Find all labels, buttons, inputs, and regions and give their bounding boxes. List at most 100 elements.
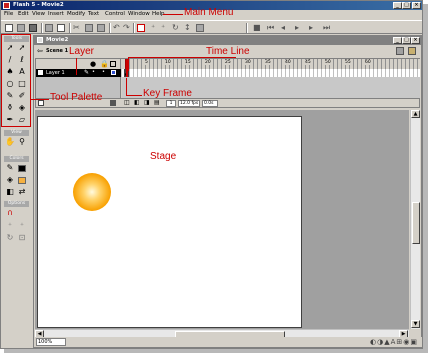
redo-icon[interactable]: ↷ (123, 23, 130, 33)
minimize-button[interactable]: _ (393, 2, 402, 9)
annotation-layer: Layer (69, 46, 95, 57)
stroke-color-icon[interactable]: ✎ (5, 163, 15, 173)
undo-icon[interactable]: ↶ (113, 23, 120, 33)
smooth-option-icon[interactable]: ⁺ (5, 221, 15, 231)
print-icon[interactable] (45, 24, 53, 32)
menu-view[interactable]: View (32, 11, 45, 17)
doc-minimize-button[interactable]: _ (393, 37, 402, 44)
toolbar-separator (246, 23, 247, 33)
default-colors-icon[interactable]: ◧ (5, 187, 15, 197)
options-header: Options (4, 201, 29, 207)
layer-type-icon (38, 70, 43, 75)
ruler-number: 45 (304, 60, 312, 65)
layer-header: ● 🔒 (36, 59, 121, 69)
vertical-scroll-thumb[interactable] (412, 202, 420, 244)
annotation-tool-palette: Tool Palette (50, 92, 103, 103)
annotation-main-menu: Main Menu (184, 7, 234, 18)
radial-gradient-circle[interactable] (73, 173, 111, 211)
key-frame-pointer (126, 78, 127, 95)
vertical-scrollbar[interactable]: ▲ ▼ (410, 110, 420, 329)
step-back-icon[interactable]: ◂ (281, 23, 285, 33)
center-frame-icon[interactable]: ◫ (124, 100, 130, 106)
ruler-number: 35 (264, 60, 272, 65)
layer-1-frames[interactable] (122, 69, 420, 77)
edit-scene-icon[interactable] (396, 47, 404, 55)
rotate-option-icon[interactable]: ↻ (5, 233, 15, 243)
stop-icon[interactable]: ■ (253, 23, 261, 33)
close-button[interactable]: × (412, 2, 421, 9)
onion-outline-icon[interactable]: ◨ (144, 100, 150, 106)
copy-icon[interactable] (85, 24, 93, 32)
fill-color-swatch[interactable] (18, 177, 26, 184)
layer-lock-dot[interactable]: • (102, 69, 105, 75)
doc-maximize-button[interactable]: □ (402, 37, 411, 44)
scale-option-icon[interactable]: ⊡ (17, 233, 27, 243)
fill-color-icon[interactable]: ◈ (5, 175, 15, 185)
zoom-level-field[interactable]: 100% (36, 338, 66, 346)
add-layer-icon[interactable] (38, 100, 44, 106)
ruler-number: 50 (324, 60, 332, 65)
straighten-icon[interactable]: ⁺ (161, 23, 165, 33)
swap-colors-icon[interactable]: ⇄ (17, 187, 27, 197)
stroke-color-swatch[interactable] (18, 165, 26, 172)
scroll-down-arrow-icon[interactable]: ▼ (411, 320, 420, 328)
play-icon[interactable]: ▸ (295, 23, 299, 33)
print-preview-icon[interactable] (57, 24, 65, 32)
menu-window[interactable]: Window (128, 11, 150, 17)
document-title: Movie2 (46, 37, 69, 43)
save-icon[interactable] (29, 24, 37, 32)
smooth-icon[interactable]: ⁺ (151, 23, 155, 33)
layer-outline-color[interactable] (111, 70, 116, 75)
tool-palette-highlight (1, 34, 31, 127)
step-forward-icon[interactable]: ▸ (309, 23, 313, 33)
go-to-end-icon[interactable]: ⏭ (323, 23, 330, 33)
align-icon[interactable] (196, 24, 204, 32)
doc-close-button[interactable]: × (411, 37, 420, 44)
scroll-up-arrow-icon[interactable]: ▲ (411, 110, 420, 118)
frame-ruler: 5 10 15 20 25 30 35 40 45 50 55 60 (122, 59, 420, 69)
snap-magnet-icon[interactable]: ∩ (5, 208, 15, 218)
cut-icon[interactable]: ✂ (73, 23, 80, 33)
layer-visible-dot[interactable]: • (92, 69, 95, 75)
view-header: View (4, 130, 29, 136)
layer-row-layer-1[interactable]: Layer 1 ✎ • • (36, 69, 121, 77)
zoom-tool-icon[interactable]: ⚲ (17, 137, 27, 147)
rotate-icon[interactable]: ↻ (172, 23, 179, 33)
straighten-option-icon[interactable]: ⁺ (17, 221, 27, 231)
edit-multiple-frames-icon[interactable]: ▤ (154, 100, 160, 106)
delete-layer-icon[interactable] (110, 100, 116, 106)
maximize-button[interactable]: □ (402, 2, 411, 9)
menu-control[interactable]: Control (105, 11, 125, 17)
onion-skin-icon[interactable]: ◧ (134, 100, 140, 106)
snap-to-objects-icon[interactable] (137, 24, 145, 32)
new-file-icon[interactable] (5, 24, 13, 32)
drop-shadow-right (423, 4, 428, 352)
toolbar-separator (69, 23, 70, 33)
menu-modify[interactable]: Modify (67, 11, 85, 17)
hand-tool-icon[interactable]: ✋ (5, 137, 15, 147)
movie-document-window: Movie2 _ □ × ⇦ Scene 1 ● 🔒 5 10 15 20 25 (33, 35, 422, 348)
lock-icon[interactable]: 🔒 (100, 60, 109, 68)
edit-symbol-icon[interactable] (408, 47, 416, 55)
menu-file[interactable]: File (4, 11, 13, 17)
flash-app-icon (3, 2, 10, 9)
rewind-icon[interactable]: ⏮ (267, 23, 274, 33)
layer-name[interactable]: Layer 1 (46, 70, 65, 76)
annotation-stage: Stage (150, 151, 177, 162)
back-arrow-icon[interactable]: ⇦ (37, 48, 43, 55)
menu-text[interactable]: Text (88, 11, 99, 17)
main-toolbar: ✂ ↶ ↷ ⁺ ⁺ ↻ ↕ ■ ⏮ ◂ ▸ ▸ ⏭ (1, 20, 422, 34)
show-hide-eye-icon[interactable]: ● (90, 60, 96, 68)
menu-edit[interactable]: Edit (18, 11, 29, 17)
drop-shadow-bottom (4, 349, 428, 353)
open-file-icon[interactable] (17, 24, 25, 32)
menu-insert[interactable]: Insert (48, 11, 64, 17)
scale-icon[interactable]: ↕ (184, 23, 191, 33)
paste-icon[interactable] (97, 24, 105, 32)
ruler-number: 20 (204, 60, 212, 65)
outline-icon[interactable] (110, 61, 116, 67)
stage[interactable] (37, 116, 302, 328)
ruler-number: 60 (364, 60, 372, 65)
scene-name[interactable]: Scene 1 (46, 48, 68, 54)
launcher-icons[interactable]: ◐◑▲A⊞◉▣ (370, 338, 418, 346)
